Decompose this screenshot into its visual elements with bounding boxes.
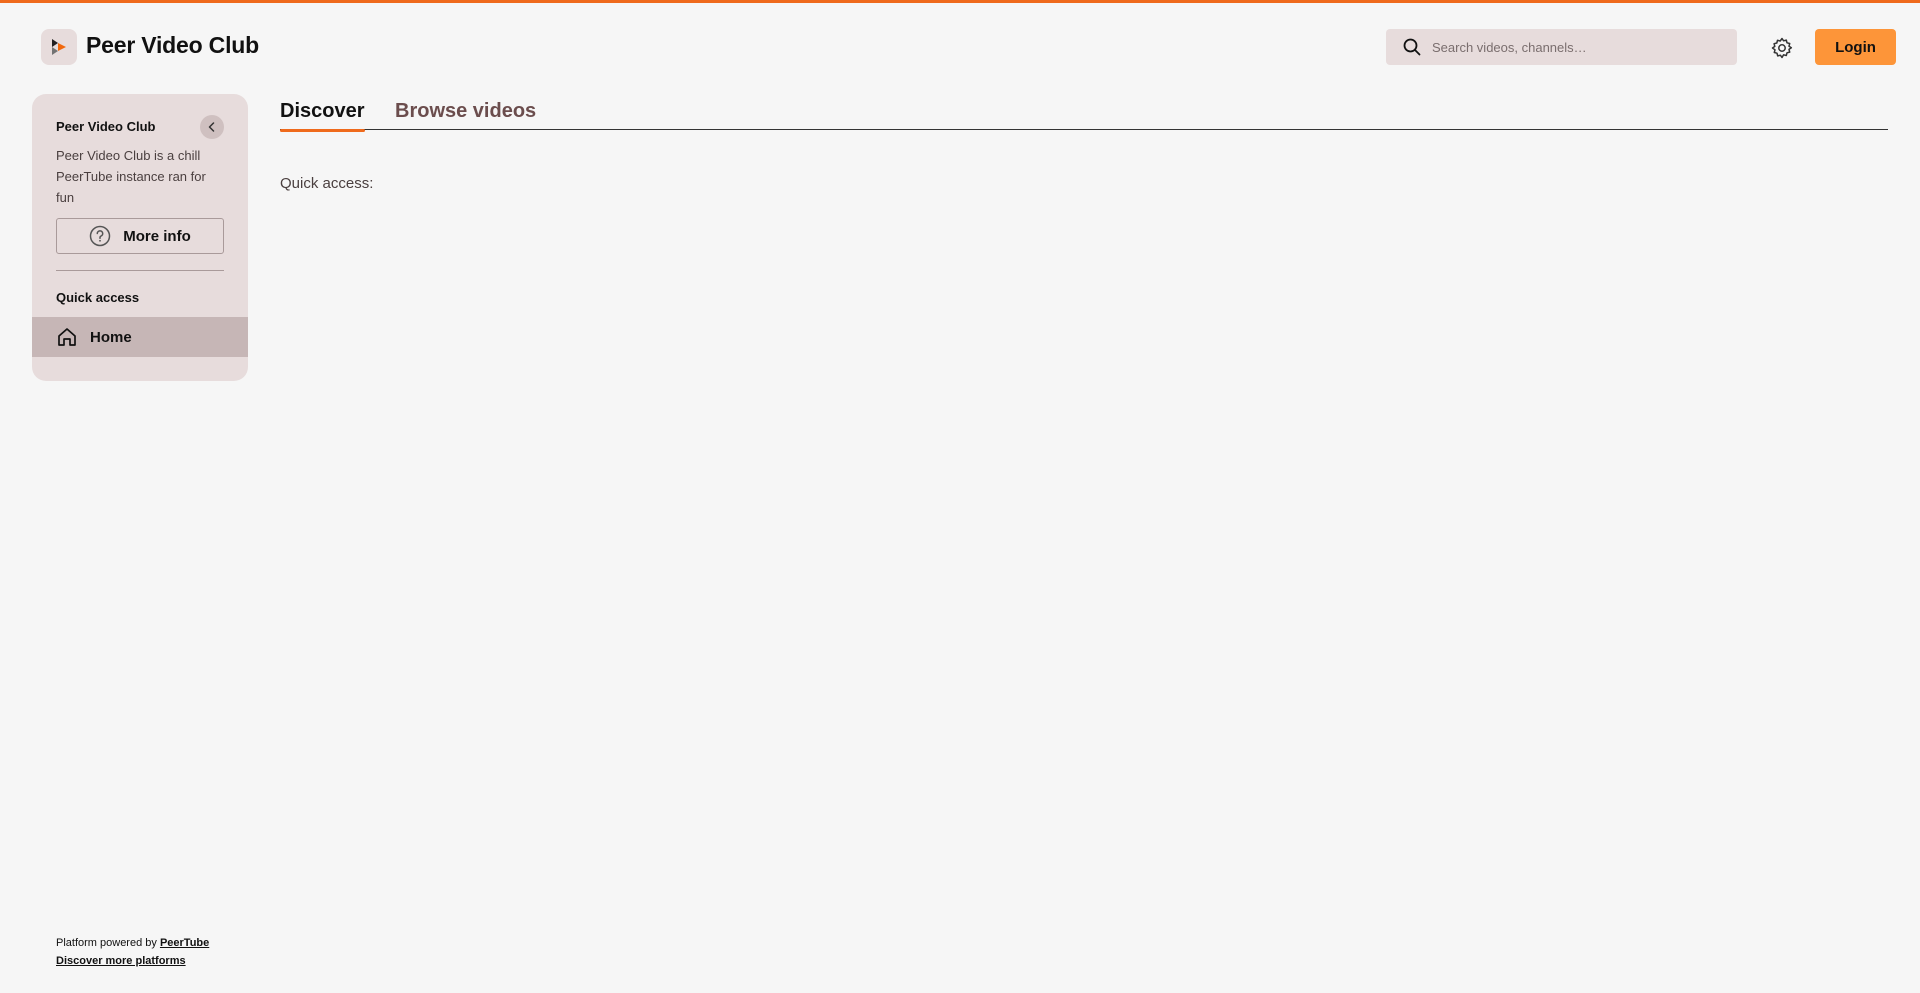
sidebar-item-label: Home	[90, 328, 132, 346]
settings-button[interactable]	[1768, 34, 1796, 62]
sidebar-divider	[56, 270, 224, 271]
more-info-label: More info	[123, 227, 191, 245]
peertube-link[interactable]: PeerTube	[160, 937, 209, 949]
powered-by-text: Platform powered by	[56, 937, 160, 949]
footer: Platform powered by PeerTube Discover mo…	[56, 934, 209, 970]
discover-platforms-line: Discover more platforms	[56, 952, 209, 970]
main-tabs: Discover Browse videos	[280, 100, 1888, 132]
more-info-button[interactable]: More info	[56, 218, 224, 254]
header: Peer Video Club Login	[0, 3, 1920, 91]
quick-access-label: Quick access:	[280, 175, 374, 192]
discover-more-platforms-link[interactable]: Discover more platforms	[56, 955, 186, 967]
login-button[interactable]: Login	[1815, 29, 1896, 65]
collapse-sidebar-button[interactable]	[200, 115, 224, 139]
chevron-left-icon	[208, 122, 215, 132]
tab-browse-videos[interactable]: Browse videos	[395, 100, 536, 129]
help-icon	[89, 225, 111, 247]
tab-discover[interactable]: Discover	[280, 100, 365, 132]
sidebar-description: Peer Video Club is a chill PeerTube inst…	[56, 148, 206, 205]
search-bar[interactable]	[1386, 29, 1737, 65]
sidebar-item-home[interactable]: Home	[32, 317, 248, 357]
home-icon	[56, 326, 78, 348]
peertube-logo-icon[interactable]	[41, 29, 77, 65]
sidebar: Peer Video Club Peer Video Club is a chi…	[32, 94, 248, 381]
gear-icon	[1771, 37, 1793, 59]
search-input[interactable]	[1430, 38, 1720, 56]
search-icon[interactable]	[1402, 37, 1422, 57]
powered-by-line: Platform powered by PeerTube	[56, 934, 209, 952]
site-title[interactable]: Peer Video Club	[86, 32, 259, 59]
sidebar-section-title: Quick access	[56, 290, 140, 305]
sidebar-instance-name: Peer Video Club	[56, 119, 156, 134]
